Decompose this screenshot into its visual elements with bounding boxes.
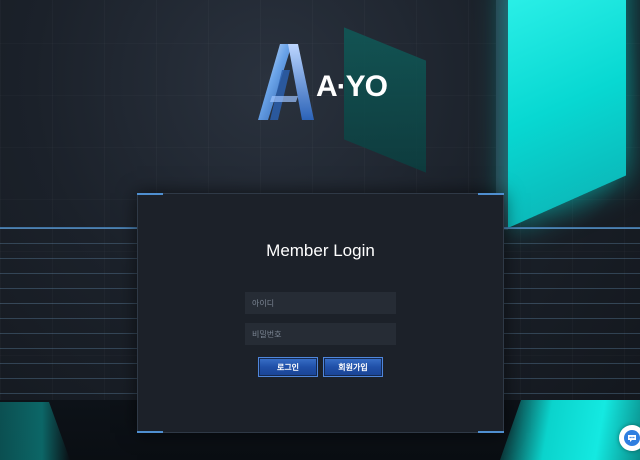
background-floor-glow-right [500,400,640,460]
panel-corner-accent [137,431,163,433]
signup-button[interactable]: 회원가입 [323,357,383,377]
login-title: Member Login [266,241,375,260]
password-input[interactable] [245,323,396,345]
panel-corner-accent [478,431,504,433]
user-id-input[interactable] [245,292,396,314]
login-button[interactable]: 로그인 [258,357,318,377]
chat-bubble-icon [624,430,640,446]
site-logo[interactable]: A·YO [258,40,388,124]
logo-a-mark-icon [258,44,314,120]
logo-wordmark: A·YO [316,70,388,103]
login-panel: Member Login 로그인 회원가입 [137,193,504,433]
chat-button[interactable] [619,425,640,451]
